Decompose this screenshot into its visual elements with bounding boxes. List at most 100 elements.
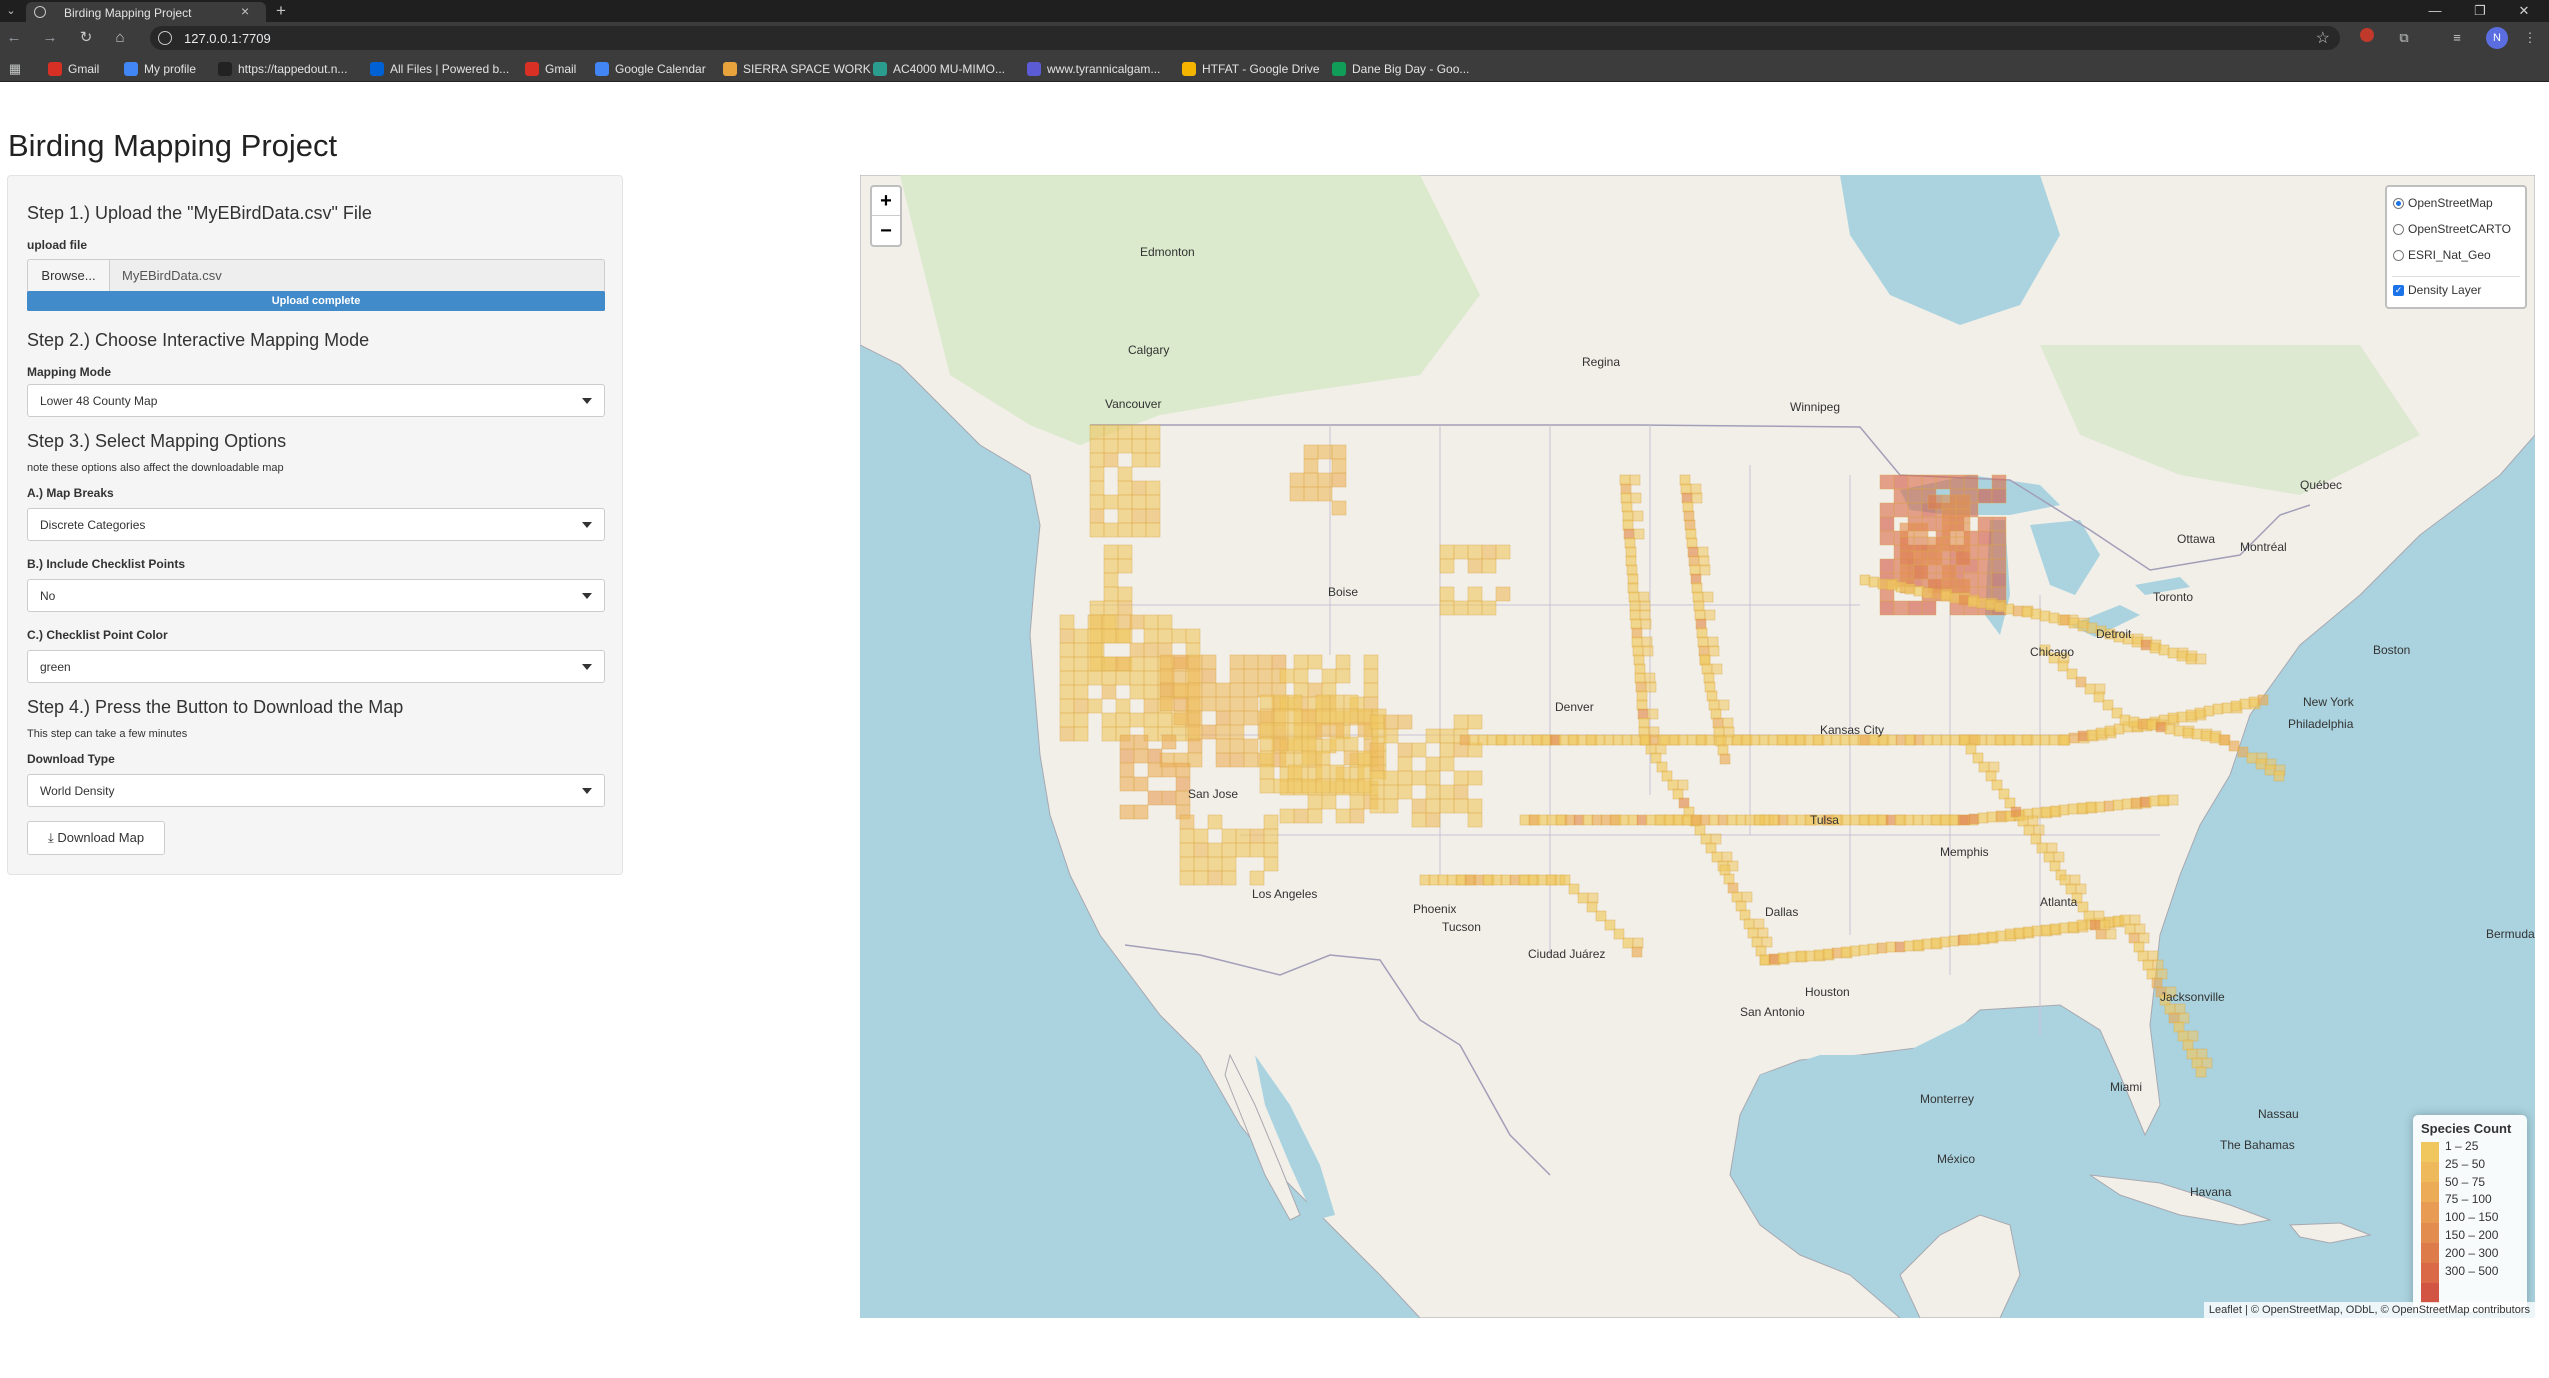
county-cell[interactable]: [1301, 708, 1317, 724]
county-cell[interactable]: [1103, 544, 1119, 560]
bookmark-item[interactable]: All Files | Powered b...: [370, 60, 509, 78]
county-cell[interactable]: [1930, 814, 1942, 826]
county-cell[interactable]: [1995, 930, 2007, 942]
close-tab-icon[interactable]: ×: [241, 3, 249, 19]
county-cell[interactable]: [1537, 814, 1549, 826]
county-cell[interactable]: [1453, 798, 1469, 814]
county-cell[interactable]: [2219, 734, 2231, 746]
county-cell[interactable]: [1087, 642, 1103, 658]
county-cell[interactable]: [1235, 828, 1251, 844]
county-cell[interactable]: [1173, 682, 1189, 698]
county-cell[interactable]: [1939, 814, 1951, 826]
county-cell[interactable]: [1059, 726, 1075, 742]
county-cell[interactable]: [1629, 474, 1641, 486]
county-cell[interactable]: [1446, 874, 1458, 886]
county-cell[interactable]: [1634, 672, 1646, 684]
download-type-select[interactable]: World Density: [27, 774, 605, 807]
county-cell[interactable]: [2075, 676, 2087, 688]
county-cell[interactable]: [1249, 842, 1265, 858]
county-cell[interactable]: [1913, 522, 1929, 538]
county-cell[interactable]: [1221, 856, 1237, 872]
county-cell[interactable]: [1145, 452, 1161, 468]
county-cell[interactable]: [1317, 486, 1333, 502]
county-cell[interactable]: [1117, 466, 1133, 482]
county-cell[interactable]: [1115, 670, 1131, 686]
county-cell[interactable]: [2209, 732, 2221, 744]
county-cell[interactable]: [1229, 696, 1245, 712]
county-cell[interactable]: [2147, 950, 2159, 962]
county-cell[interactable]: [1985, 599, 1997, 611]
county-cell[interactable]: [1317, 472, 1333, 488]
county-cell[interactable]: [2173, 1021, 2185, 1033]
county-cell[interactable]: [2033, 824, 2045, 836]
county-cell[interactable]: [2173, 725, 2185, 737]
county-cell[interactable]: [1287, 778, 1303, 794]
county-cell[interactable]: [1335, 808, 1351, 824]
county-cell[interactable]: [1667, 779, 1679, 791]
county-cell[interactable]: [1467, 600, 1483, 616]
county-cell[interactable]: [1273, 778, 1289, 794]
county-cell[interactable]: [1955, 494, 1971, 510]
county-cell[interactable]: [1143, 614, 1159, 630]
layer-esri-nat-geo[interactable]: ESRI_Nat_Geo: [2393, 248, 2491, 262]
county-cell[interactable]: [1229, 654, 1245, 670]
county-cell[interactable]: [1743, 918, 1755, 930]
minimize-icon[interactable]: —: [2425, 1, 2445, 21]
county-cell[interactable]: [1655, 743, 1667, 755]
county-cell[interactable]: [1879, 474, 1895, 490]
county-cell[interactable]: [1694, 609, 1706, 621]
county-cell[interactable]: [1101, 656, 1117, 672]
county-cell[interactable]: [2191, 1057, 2203, 1069]
county-cell[interactable]: [1625, 546, 1637, 558]
county-cell[interactable]: [1117, 600, 1133, 616]
county-cell[interactable]: [1786, 951, 1798, 963]
county-cell[interactable]: [1119, 804, 1135, 820]
county-cell[interactable]: [1803, 734, 1815, 746]
county-cell[interactable]: [2036, 842, 2048, 854]
county-cell[interactable]: [1636, 699, 1648, 711]
county-cell[interactable]: [1907, 502, 1923, 518]
county-cell[interactable]: [1813, 949, 1825, 961]
county-cell[interactable]: [2077, 620, 2089, 632]
county-cell[interactable]: [1307, 654, 1323, 670]
county-cell[interactable]: [1453, 714, 1469, 730]
county-cell[interactable]: [1287, 764, 1303, 780]
county-cell[interactable]: [1363, 654, 1379, 670]
county-cell[interactable]: [1201, 696, 1217, 712]
county-cell[interactable]: [1249, 828, 1265, 844]
county-cell[interactable]: [2131, 636, 2143, 648]
county-cell[interactable]: [1453, 770, 1469, 786]
county-cell[interactable]: [1059, 642, 1075, 658]
county-cell[interactable]: [1159, 696, 1175, 712]
county-cell[interactable]: [1654, 814, 1666, 826]
active-tab[interactable]: Birding Mapping Project ×: [26, 2, 266, 22]
county-cell[interactable]: [1949, 592, 1961, 604]
county-cell[interactable]: [1631, 627, 1643, 639]
county-cell[interactable]: [1885, 941, 1897, 953]
county-cell[interactable]: [2004, 797, 2016, 809]
county-cell[interactable]: [1858, 944, 1870, 956]
county-cell[interactable]: [1577, 892, 1589, 904]
county-cell[interactable]: [2049, 805, 2061, 817]
county-cell[interactable]: [1723, 873, 1735, 885]
county-cell[interactable]: [1293, 808, 1309, 824]
county-cell[interactable]: [1867, 943, 1879, 955]
county-cell[interactable]: [1879, 530, 1895, 546]
home-icon[interactable]: ⌂: [110, 28, 130, 48]
county-cell[interactable]: [1885, 814, 1897, 826]
county-cell[interactable]: [1723, 726, 1735, 738]
county-cell[interactable]: [1922, 587, 1934, 599]
county-cell[interactable]: [1831, 947, 1843, 959]
county-cell[interactable]: [2067, 803, 2079, 815]
county-cell[interactable]: [2137, 950, 2149, 962]
county-cell[interactable]: [1690, 814, 1702, 826]
county-cell[interactable]: [1958, 594, 1970, 606]
county-cell[interactable]: [1632, 937, 1644, 949]
county-cell[interactable]: [1439, 798, 1455, 814]
county-cell[interactable]: [1949, 734, 1961, 746]
county-cell[interactable]: [1329, 722, 1345, 738]
county-cell[interactable]: [1959, 934, 1971, 946]
county-cell[interactable]: [1343, 708, 1359, 724]
county-cell[interactable]: [1708, 645, 1720, 657]
county-cell[interactable]: [2046, 842, 2058, 854]
